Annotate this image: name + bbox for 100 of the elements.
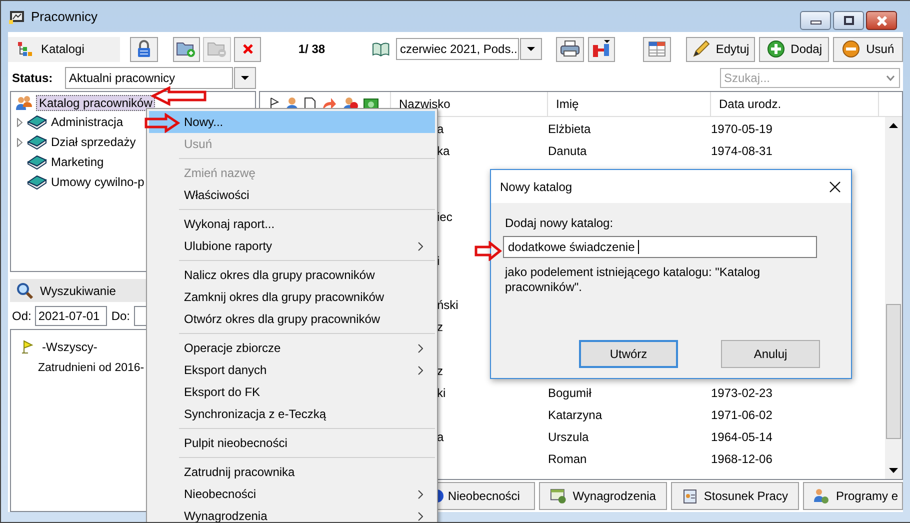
column-header[interactable]: Imię	[548, 92, 711, 116]
arrow-icon[interactable]	[321, 97, 337, 111]
maximize-button[interactable]	[833, 11, 864, 30]
flag-icon[interactable]	[268, 97, 280, 111]
menu-item[interactable]: Operacje zbiorcze	[149, 337, 435, 359]
module-tab[interactable]: Programy e	[802, 482, 903, 510]
tree-item[interactable]: Marketing	[51, 155, 104, 169]
hierarchy-icon	[17, 41, 33, 57]
from-label: Od:	[12, 308, 32, 322]
menu-item[interactable]: Ulubione raporty	[149, 235, 435, 257]
folder-remove-icon	[207, 40, 228, 58]
search-list-item[interactable]: Zatrudnieni od 2016-	[38, 362, 144, 374]
dialog-button[interactable]: Utwórz	[579, 340, 678, 368]
dialog-title: Nowy katalog	[500, 180, 572, 194]
arrow-icon	[144, 113, 180, 133]
delete-button[interactable]	[234, 36, 262, 62]
payslip-icon	[550, 488, 567, 504]
delete-icon	[242, 43, 254, 55]
table-cell: 1968-12-06	[711, 452, 772, 466]
pencil-icon	[692, 40, 710, 58]
edit-button[interactable]: Edytuj	[686, 36, 756, 62]
table-cell: 1971-06-02	[711, 408, 772, 422]
menu-item[interactable]: Eksport danych	[149, 359, 435, 381]
search-field[interactable]: Szukaj...	[720, 68, 900, 88]
scroll-down-icon[interactable]	[889, 468, 898, 473]
from-date-field[interactable]: 2021-07-01	[35, 306, 108, 326]
table-cell: i	[437, 254, 440, 268]
remove-button[interactable]: Usuń	[833, 36, 904, 62]
caret-icon	[241, 76, 249, 80]
book-icon	[27, 114, 47, 130]
tree-root-item[interactable]: Katalog pracowników	[36, 95, 156, 111]
status-label: Status:	[12, 70, 54, 84]
search-panel-title: Wyszukiwanie	[40, 284, 116, 298]
scrollbar[interactable]	[885, 117, 902, 479]
search-list-item[interactable]: -Wszyscy-	[42, 340, 98, 354]
tree-item[interactable]: Dział sprzedaży	[51, 135, 136, 149]
menu-item[interactable]: Synchronizacja z e-Teczką	[149, 403, 435, 425]
menu-item[interactable]: Otwórz okres dla grupy pracowników	[149, 308, 435, 330]
menu-item[interactable]: Nalicz okres dla grupy pracowników	[149, 264, 435, 286]
arrow-icon	[151, 86, 207, 106]
catalog-name-field[interactable]: dodatkowe świadczenie	[503, 236, 817, 258]
module-tab[interactable]: Stosunek Pracy	[670, 482, 799, 510]
folder-add-button[interactable]	[172, 36, 200, 62]
caret-icon	[527, 47, 535, 51]
chevron-icon	[886, 74, 895, 80]
tree-item[interactable]: Administracja	[51, 115, 124, 129]
table-cell: Urszula	[548, 430, 589, 444]
close-button[interactable]	[866, 11, 897, 30]
menu-item[interactable]: Nowy...	[149, 111, 435, 133]
scroll-thumb[interactable]	[886, 304, 901, 439]
dialog-prompt: Dodaj nowy katalog:	[505, 216, 614, 230]
table-icon	[648, 41, 666, 57]
arrow-icon	[474, 241, 502, 261]
table-cell: ński	[437, 298, 458, 312]
table-cell: 1970-05-19	[711, 122, 772, 136]
table-cell: 1973-02-23	[711, 386, 772, 400]
export-button[interactable]	[588, 36, 616, 62]
menu-item[interactable]: Wykonaj raport...	[149, 213, 435, 235]
flag-icon	[21, 340, 35, 354]
table-cell: ka	[437, 144, 450, 158]
book-icon	[27, 154, 47, 170]
record-counter: 1/ 38	[298, 42, 326, 56]
table-cell: Roman	[548, 452, 587, 466]
module-tab[interactable]: Wynagrodzenia	[538, 482, 667, 510]
table-cell: a	[437, 430, 444, 444]
menu-item[interactable]: Pulpit nieobecności	[149, 432, 435, 454]
lock-icon	[136, 40, 152, 58]
magnifier-icon	[16, 282, 34, 300]
people-icon	[15, 95, 33, 111]
table-cell: a	[437, 122, 444, 136]
expand-icon[interactable]	[17, 138, 23, 146]
print-button[interactable]	[556, 36, 584, 62]
menu-item[interactable]: Zatrudnij pracownika	[149, 461, 435, 483]
table-view-button[interactable]	[643, 36, 671, 62]
close-icon	[874, 16, 888, 26]
table-cell: Elżbieta	[548, 122, 591, 136]
table-cell: ki	[437, 386, 446, 400]
column-header[interactable]: Data urodz.	[711, 92, 879, 116]
menu-item[interactable]: Zamknij okres dla grupy pracowników	[149, 286, 435, 308]
tree-item[interactable]: Umowy cywilno-p	[51, 175, 144, 189]
table-cell: Bogumił	[548, 386, 592, 400]
minimize-button[interactable]	[800, 11, 831, 30]
add-button[interactable]: Dodaj	[759, 36, 830, 62]
expand-icon[interactable]	[17, 118, 23, 126]
lock-button[interactable]	[130, 36, 158, 62]
book-icon	[372, 41, 390, 57]
menu-item[interactable]: Eksport do FK	[149, 381, 435, 403]
menu-item[interactable]: Właściwości	[149, 184, 435, 206]
app-icon	[9, 8, 25, 24]
close-icon[interactable]	[829, 180, 841, 192]
folder-add-icon	[176, 40, 196, 58]
catalogs-button[interactable]: Katalogi	[8, 36, 120, 62]
table-cell: Danuta	[548, 144, 587, 158]
table-cell: 1974-08-31	[711, 144, 772, 158]
dialog-button[interactable]: Anuluj	[721, 340, 820, 368]
minus-icon	[842, 40, 860, 58]
people-icon	[812, 488, 830, 504]
book-icon	[27, 134, 47, 150]
scroll-up-icon[interactable]	[889, 123, 898, 128]
book-icon	[27, 174, 47, 190]
